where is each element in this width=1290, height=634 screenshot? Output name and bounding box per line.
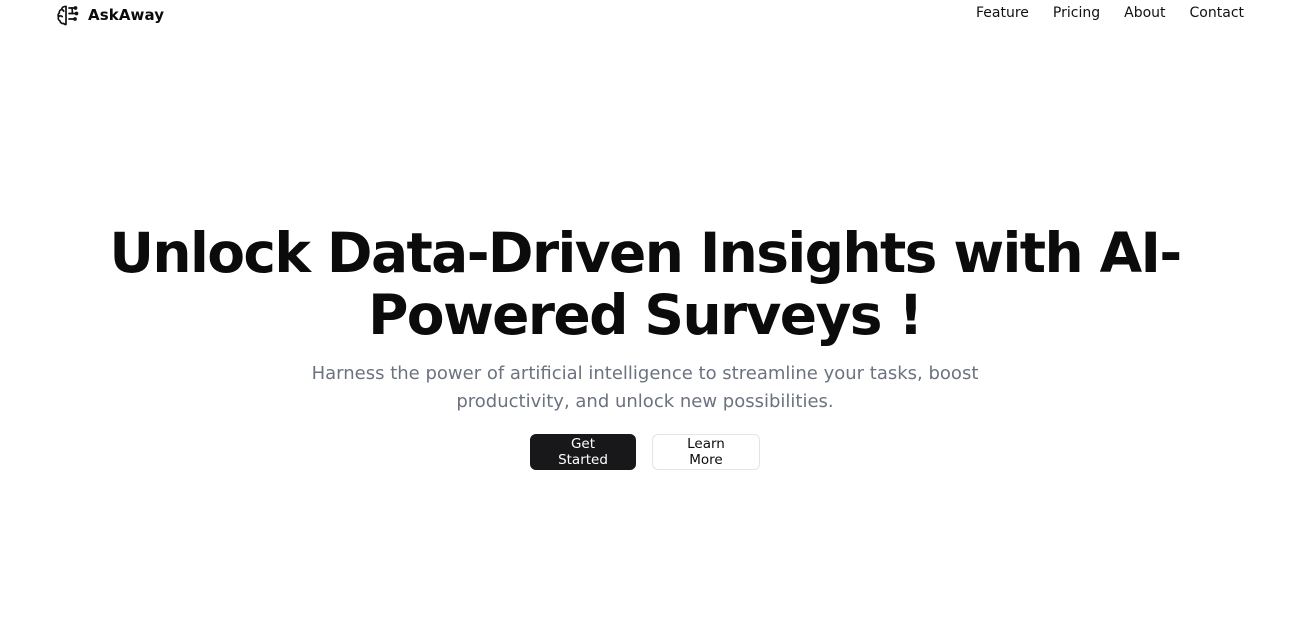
- hero-section: Unlock Data-Driven Insights with AI-Powe…: [0, 222, 1290, 470]
- hero-actions: Get Started Learn More: [0, 434, 1290, 470]
- landing-page: AskAway Feature Pricing About Contact Un…: [0, 0, 1290, 634]
- main-nav: Feature Pricing About Contact: [976, 5, 1244, 21]
- brain-icon: [56, 3, 80, 27]
- learn-more-button[interactable]: Learn More: [652, 434, 760, 470]
- hero-subtitle: Harness the power of artificial intellig…: [311, 363, 979, 412]
- brand-link[interactable]: AskAway: [56, 3, 164, 27]
- nav-link-feature[interactable]: Feature: [976, 5, 1029, 21]
- site-header: AskAway Feature Pricing About Contact: [0, 0, 1290, 30]
- nav-link-pricing[interactable]: Pricing: [1053, 5, 1100, 21]
- nav-link-about[interactable]: About: [1124, 5, 1165, 21]
- brand-name: AskAway: [88, 6, 165, 24]
- get-started-button[interactable]: Get Started: [530, 434, 636, 470]
- nav-link-contact[interactable]: Contact: [1190, 5, 1244, 21]
- hero-title: Unlock Data-Driven Insights with AI-Powe…: [109, 221, 1182, 347]
